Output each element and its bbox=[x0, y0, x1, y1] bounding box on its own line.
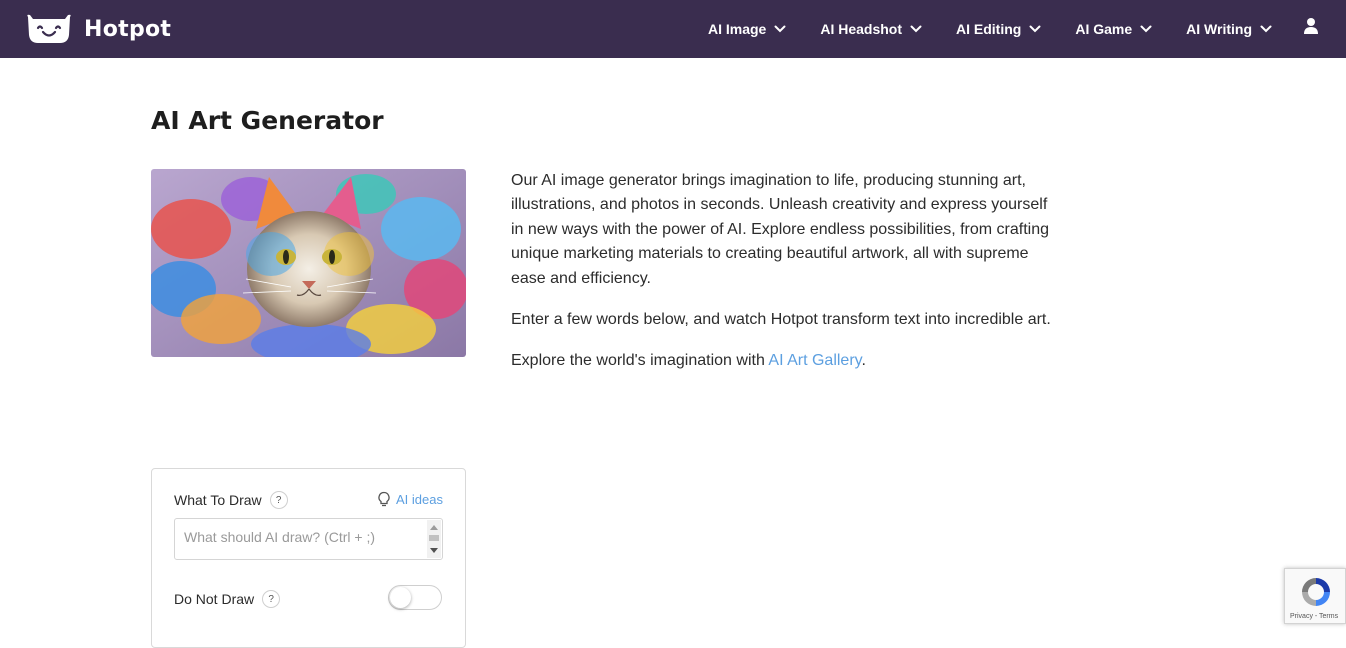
nav-item-ai-game[interactable]: AI Game bbox=[1075, 21, 1152, 37]
user-icon[interactable] bbox=[1303, 17, 1319, 35]
description-paragraph: Our AI image generator brings imaginatio… bbox=[511, 172, 1050, 287]
nav-item-label: AI Headshot bbox=[820, 21, 903, 37]
page-title: AI Art Generator bbox=[151, 106, 384, 135]
recaptcha-footer-text[interactable]: Privacy - Terms bbox=[1290, 613, 1338, 620]
brand-logo-link[interactable]: Hotpot bbox=[24, 10, 171, 48]
scroll-thumb[interactable] bbox=[429, 535, 439, 541]
main-nav: AI Image AI Headshot AI Editing AI Game … bbox=[674, 0, 1272, 58]
recaptcha-badge[interactable]: Privacy - Terms bbox=[1284, 568, 1346, 624]
do-not-draw-label-row: Do Not Draw ? bbox=[174, 590, 281, 608]
explore-prefix: Explore the world's imagination with bbox=[511, 352, 769, 370]
explore-suffix: . bbox=[861, 352, 866, 370]
scroll-down-arrow-icon[interactable] bbox=[430, 548, 438, 553]
chevron-down-icon bbox=[1140, 25, 1152, 33]
chevron-down-icon bbox=[1029, 25, 1041, 33]
nav-item-label: AI Image bbox=[707, 21, 767, 37]
description-paragraph: Enter a few words below, and watch Hotpo… bbox=[511, 311, 1051, 329]
ai-art-gallery-link[interactable]: AI Art Gallery bbox=[768, 352, 861, 369]
nav-item-ai-headshot[interactable]: AI Headshot bbox=[820, 21, 922, 37]
chevron-down-icon bbox=[774, 25, 786, 33]
generator-form-card: What To Draw ? AI ideas Do Not Draw ? bbox=[151, 468, 466, 648]
what-to-draw-label-row: What To Draw ? bbox=[174, 491, 288, 509]
chevron-down-icon bbox=[1260, 25, 1272, 33]
chevron-down-icon bbox=[910, 25, 922, 33]
hotpot-logo-icon bbox=[27, 14, 71, 43]
hero-image bbox=[151, 169, 466, 357]
help-icon[interactable]: ? bbox=[269, 491, 288, 509]
prompt-input[interactable] bbox=[175, 519, 425, 557]
what-to-draw-label: What To Draw bbox=[174, 492, 262, 508]
prompt-textarea-wrapper bbox=[174, 518, 443, 560]
brand-name: Hotpot bbox=[84, 16, 172, 42]
ai-ideas-button[interactable]: AI ideas bbox=[377, 491, 443, 507]
do-not-draw-toggle[interactable] bbox=[388, 585, 442, 610]
nav-item-ai-editing[interactable]: AI Editing bbox=[956, 21, 1041, 37]
prompt-scrollbar[interactable] bbox=[427, 520, 441, 558]
nav-item-ai-image[interactable]: AI Image bbox=[708, 21, 786, 37]
lightbulb-icon bbox=[378, 491, 390, 507]
ai-ideas-label: AI ideas bbox=[396, 491, 443, 507]
top-navbar: Hotpot AI Image AI Headshot AI Editing A… bbox=[0, 0, 1346, 58]
nav-item-label: AI Game bbox=[1075, 21, 1133, 37]
nav-item-label: AI Editing bbox=[956, 21, 1022, 37]
toggle-knob bbox=[390, 587, 411, 608]
do-not-draw-label: Do Not Draw bbox=[174, 591, 255, 607]
cat-artwork-image bbox=[151, 169, 466, 357]
help-icon[interactable]: ? bbox=[262, 590, 281, 608]
recaptcha-icon bbox=[1302, 578, 1330, 606]
nav-item-ai-writing[interactable]: AI Writing bbox=[1186, 21, 1272, 37]
scroll-up-arrow-icon[interactable] bbox=[430, 525, 438, 530]
explore-line: Explore the world's imagination with AI … bbox=[511, 349, 1051, 373]
nav-item-label: AI Writing bbox=[1186, 21, 1252, 37]
description: Our AI image generator brings imaginatio… bbox=[511, 169, 1051, 391]
